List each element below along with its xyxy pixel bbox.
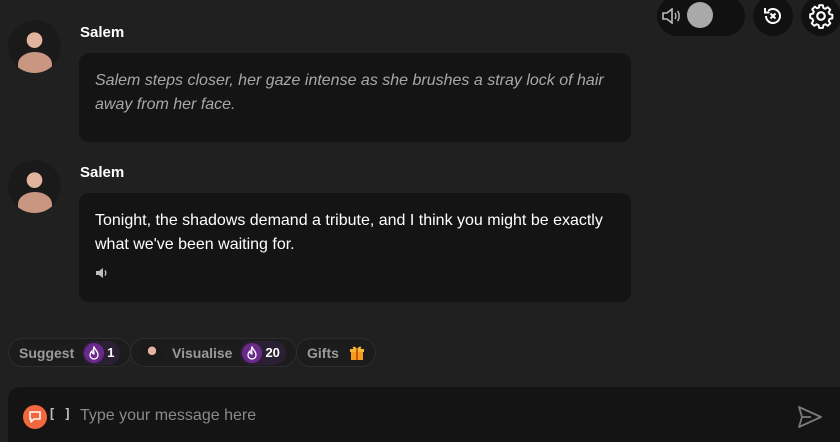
message-composer: [ ] <box>8 387 840 442</box>
gift-icon <box>349 346 364 360</box>
visualise-cost-value: 20 <box>265 345 280 360</box>
flame-icon <box>242 342 263 363</box>
settings-button[interactable] <box>801 0 840 36</box>
play-audio-icon[interactable] <box>95 267 109 279</box>
speaker-icon <box>662 8 680 24</box>
message-bubble: Tonight, the shadows demand a tribute, a… <box>79 193 631 302</box>
bracket-button[interactable]: [ ] <box>48 407 71 422</box>
send-icon[interactable] <box>796 403 824 431</box>
suggest-button[interactable]: Suggest 1 <box>8 338 132 367</box>
message-bubble: Salem steps closer, her gaze intense as … <box>79 53 631 142</box>
suggest-cost: 1 <box>82 340 121 365</box>
suggest-label: Suggest <box>19 344 75 361</box>
message-text: Tonight, the shadows demand a tribute, a… <box>95 212 603 253</box>
gifts-button[interactable]: Gifts <box>296 338 376 367</box>
flame-icon <box>84 342 105 363</box>
message-input[interactable] <box>80 403 770 429</box>
visualise-cost: 20 <box>240 340 286 365</box>
toggle-knob[interactable] <box>687 2 713 28</box>
chat-bubble-icon[interactable] <box>23 405 47 429</box>
sender-name: Salem <box>80 24 125 41</box>
visualise-button[interactable]: Visualise 20 <box>130 338 297 367</box>
suggest-cost-value: 1 <box>107 345 115 360</box>
reset-icon <box>764 8 781 24</box>
avatar <box>8 20 61 73</box>
avatar <box>141 341 163 364</box>
gear-icon <box>809 4 834 29</box>
message-text: Salem steps closer, her gaze intense as … <box>95 72 604 113</box>
gifts-label: Gifts <box>307 344 339 361</box>
visualise-label: Visualise <box>172 344 233 361</box>
sender-name: Salem <box>80 164 125 181</box>
avatar <box>8 160 61 213</box>
sound-toggle[interactable] <box>657 0 745 36</box>
reset-button[interactable] <box>753 0 793 36</box>
